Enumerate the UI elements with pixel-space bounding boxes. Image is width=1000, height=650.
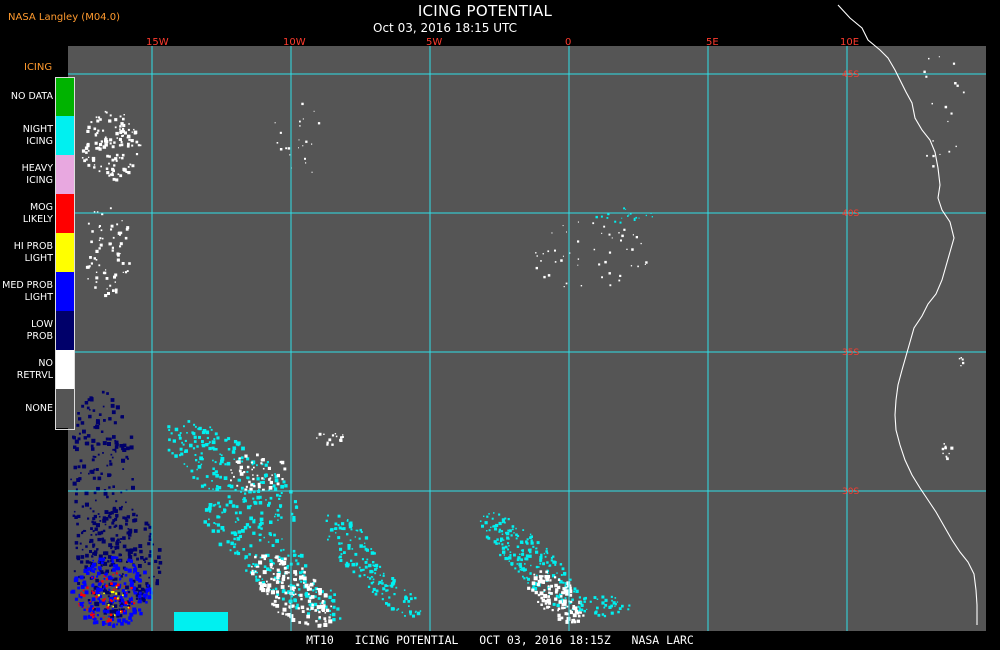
legend-item: MED PROB LIGHT <box>0 272 75 311</box>
legend-item-label: NONE <box>0 389 53 428</box>
legend-label-line: NIGHT <box>22 123 53 135</box>
lat-label-35s: 35S <box>842 348 859 358</box>
lat-label-45s: 45S <box>842 70 859 80</box>
legend-item: LOW PROB <box>0 311 75 350</box>
legend-item: NO DATA <box>0 77 75 116</box>
icing-map: 15W 10W 5W 0 5E 10E 45S 40S 35S 30S <box>68 4 986 631</box>
legend-item: NO RETRVL <box>0 350 75 389</box>
lon-label-0: 0 <box>565 37 571 48</box>
legend-label-line: LOW <box>31 318 53 330</box>
legend-item-label: NIGHT ICING <box>0 116 53 155</box>
legend-item-label: MED PROB LIGHT <box>0 272 53 311</box>
lon-label-5w: 5W <box>426 37 442 48</box>
lon-label-15w: 15W <box>146 37 169 48</box>
legend-item: HI PROB LIGHT <box>0 233 75 272</box>
legend-label-line: MOG <box>29 201 53 213</box>
legend-label-line: ICING <box>26 135 53 147</box>
legend-label-line: LIKELY <box>22 213 53 225</box>
legend-label-line: LIGHT <box>24 252 53 264</box>
lon-label-5e: 5E <box>706 37 719 48</box>
legend-label-line: ICING <box>26 174 53 186</box>
legend-color-swatch <box>56 389 74 428</box>
legend-color-swatch <box>56 350 74 389</box>
legend-color-swatch <box>56 77 74 116</box>
legend-label-line: NONE <box>25 402 53 414</box>
lat-label-30s: 30S <box>842 487 859 497</box>
legend-label-line: LIGHT <box>24 291 53 303</box>
legend-label-line: HEAVY <box>21 162 53 174</box>
legend-item-label: NO DATA <box>0 77 53 116</box>
lon-label-10e: 10E <box>840 37 859 48</box>
legend-label-line: PROB <box>26 330 53 342</box>
legend-label-line: MED PROB <box>2 279 53 291</box>
legend-color-swatch <box>56 233 74 272</box>
legend-item-label: HEAVY ICING <box>0 155 53 194</box>
legend-item: NONE <box>0 389 75 428</box>
legend-color-swatch <box>56 155 74 194</box>
legend-item-label: HI PROB LIGHT <box>0 233 53 272</box>
legend-label-line: HI PROB <box>13 240 53 252</box>
legend-color-swatch <box>56 116 74 155</box>
legend-label-line: NO <box>38 357 53 369</box>
legend-label-line: RETRVL <box>16 369 53 381</box>
legend-item-label: NO RETRVL <box>0 350 53 389</box>
lon-label-10w: 10W <box>283 37 306 48</box>
legend-item: HEAVY ICING <box>0 155 75 194</box>
icing-legend: ICING NO DATA NIGHT ICING HEAVY ICING MOG LIKE… <box>0 60 80 436</box>
legend-label-line: NO DATA <box>10 90 53 102</box>
legend-item-label: MOG LIKELY <box>0 194 53 233</box>
footer-caption: MT10 ICING POTENTIAL OCT 03, 2016 18:15Z… <box>306 633 694 647</box>
legend-color-swatch <box>56 194 74 233</box>
legend-color-swatch <box>56 272 74 311</box>
legend-item: NIGHT ICING <box>0 116 75 155</box>
legend-title: ICING <box>24 62 53 73</box>
legend-color-swatch <box>56 311 74 350</box>
legend-item-label: LOW PROB <box>0 311 53 350</box>
lat-label-40s: 40S <box>842 209 859 219</box>
legend-item: MOG LIKELY <box>0 194 75 233</box>
